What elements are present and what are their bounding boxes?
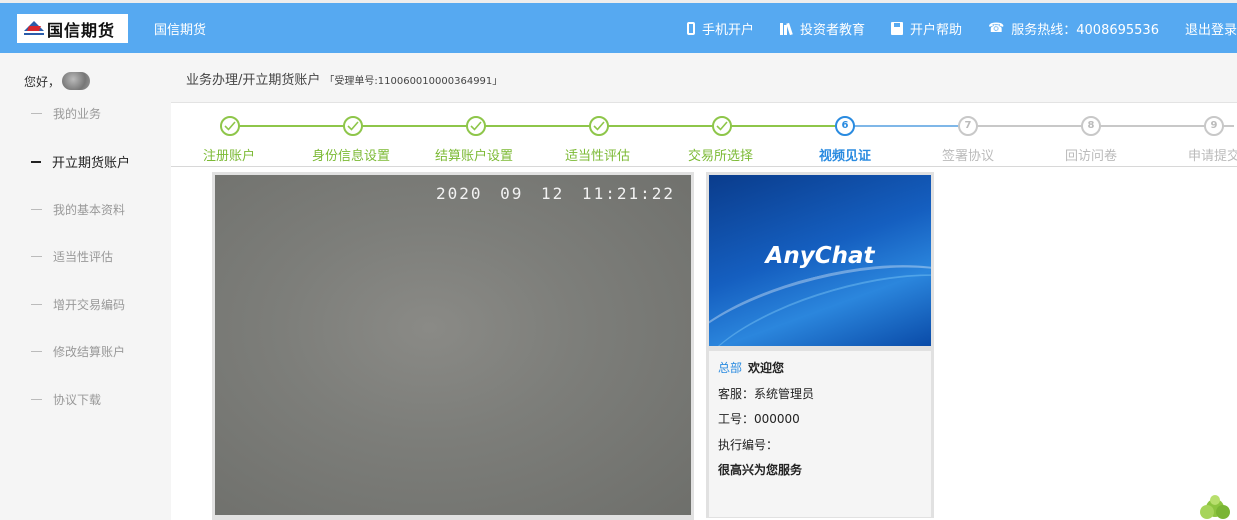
top-bar: 国信期货 国信期货 手机开户 投资者教育 开户帮助 ☎ 服务热线：4008695… (0, 0, 1237, 53)
agent-panel: AnyChat 总部 欢迎您 客服：系统管理员 工号：000000 执行编号： 很… (706, 172, 934, 518)
sidebar-item-basic-info[interactable]: 我的基本资料 (31, 201, 125, 218)
dash-icon (31, 351, 42, 352)
sidebar-item-suitability[interactable]: 适当性评估 (31, 248, 113, 265)
dash-icon (31, 304, 42, 305)
step-label-survey: 回访问卷 (1065, 149, 1118, 164)
anychat-logo: AnyChat (765, 243, 875, 269)
progress-steps: 6 7 8 9 注册账户 身份信息设置 结算账户设置 适当性评估 交易所选择 视… (171, 103, 1237, 167)
step-2-check-icon (343, 116, 363, 136)
sidebar-item-agreement-download[interactable]: 协议下载 (31, 391, 101, 408)
brand-name: 国信期货 (154, 23, 207, 38)
progress-line-done (230, 125, 845, 127)
sidebar-item-settlement-account[interactable]: 修改结算账户 (31, 343, 125, 360)
phone-icon (687, 22, 696, 35)
nav-label: 投资者教育 (800, 23, 866, 38)
step-label-submit: 申请提交 (1188, 149, 1237, 164)
agent-info: 总部 欢迎您 客服：系统管理员 工号：000000 执行编号： 很高兴为您服务 (709, 351, 931, 517)
nav-label: 开户帮助 (910, 23, 963, 38)
sidebar-item-label: 协议下载 (53, 393, 102, 407)
step-7-number: 7 (958, 116, 978, 136)
sidebar-item-trading-code[interactable]: 增开交易编码 (31, 296, 125, 313)
sidebar-item-label: 我的业务 (53, 107, 102, 121)
mobile-account-link[interactable]: 手机开户 (687, 19, 754, 38)
breadcrumb-path: 业务办理/开立期货账户 (186, 73, 321, 88)
dash-icon (31, 113, 42, 114)
nav-label: 手机开户 (702, 23, 755, 38)
user-greeting: 您好， (24, 72, 91, 90)
customer-video-feed[interactable]: 2020 09 12 11:21:22 (215, 175, 691, 515)
top-nav: 手机开户 投资者教育 开户帮助 ☎ 服务热线：4008695536 退出登录 (661, 19, 1237, 38)
ticket-number: 「受理单号:110060010000364991」 (324, 76, 503, 87)
save-icon (891, 22, 904, 35)
step-number: 7 (964, 120, 972, 131)
step-5-check-icon (712, 116, 732, 136)
progress-line-current (845, 125, 968, 127)
logo-text: 国信期货 (47, 20, 116, 40)
agent-exec-no: 执行编号： (718, 437, 779, 452)
dash-icon (31, 160, 41, 163)
step-3-check-icon (466, 116, 486, 136)
step-number: 6 (841, 120, 849, 131)
step-9-number: 9 (1204, 116, 1224, 136)
agent-branch: 总部 (718, 361, 743, 375)
progress-line-future (968, 125, 1234, 127)
company-logo[interactable]: 国信期货 (17, 14, 128, 43)
welcome-text: 欢迎您 (748, 361, 785, 375)
sidebar-item-label: 我的基本资料 (53, 203, 126, 217)
agent-employee-id: 工号：000000 (718, 412, 800, 426)
greeting-text: 您好， (24, 74, 61, 89)
sidebar-item-label: 开立期货账户 (52, 156, 131, 171)
account-help-link[interactable]: 开户帮助 (891, 19, 962, 38)
step-1-check-icon (220, 116, 240, 136)
step-label-sign: 签署协议 (942, 149, 995, 164)
step-label-video: 视频见证 (819, 149, 872, 164)
step-6-number: 6 (835, 116, 855, 136)
step-label-register: 注册账户 (203, 149, 256, 164)
video-timestamp: 2020 09 12 11:21:22 (435, 184, 675, 203)
closing-text: 很高兴为您服务 (718, 463, 803, 477)
avatar[interactable] (62, 72, 91, 90)
agent-video-feed[interactable]: AnyChat (709, 175, 931, 346)
step-label-suitability: 适当性评估 (565, 149, 631, 164)
logout-link[interactable]: 退出登录 (1185, 19, 1237, 38)
step-number: 9 (1210, 120, 1218, 131)
hotline-link[interactable]: ☎ 服务热线：4008695536 (988, 19, 1159, 38)
sidebar-item-my-business[interactable]: 我的业务 (31, 105, 101, 122)
sidebar-item-open-account[interactable]: 开立期货账户 (31, 152, 130, 171)
step-8-number: 8 (1081, 116, 1101, 136)
books-icon (780, 22, 793, 35)
logo-mark-icon (24, 20, 44, 37)
step-number: 8 (1087, 120, 1095, 131)
nav-label: 服务热线：4008695536 (1011, 23, 1159, 38)
agent-welcome-row: 总部 欢迎您 (718, 359, 931, 385)
agent-service: 客服：系统管理员 (718, 386, 815, 401)
step-label-exchange: 交易所选择 (688, 149, 754, 164)
dash-icon (31, 209, 42, 210)
step-label-identity: 身份信息设置 (312, 149, 391, 164)
investor-education-link[interactable]: 投资者教育 (780, 19, 865, 38)
step-label-settlement: 结算账户设置 (435, 149, 514, 164)
sidebar-item-label: 修改结算账户 (53, 345, 126, 359)
telephone-icon: ☎ (988, 21, 1005, 36)
nav-label: 退出登录 (1184, 23, 1237, 38)
sidebar-item-label: 增开交易编码 (53, 298, 126, 312)
dash-icon (31, 256, 42, 257)
dash-icon (31, 399, 42, 400)
sidebar: 您好， 我的业务 开立期货账户 我的基本资料 适当性评估 增开交易编码 修改结算… (0, 53, 171, 520)
agent-closing-row: 很高兴为您服务 (718, 461, 931, 487)
customer-video-panel: 2020 09 12 11:21:22 (212, 172, 694, 520)
step-4-check-icon (589, 116, 609, 136)
sidebar-item-label: 适当性评估 (53, 250, 114, 264)
plant-icon (1200, 495, 1230, 519)
breadcrumb: 业务办理/开立期货账户 「受理单号:110060010000364991」 (171, 53, 1237, 103)
